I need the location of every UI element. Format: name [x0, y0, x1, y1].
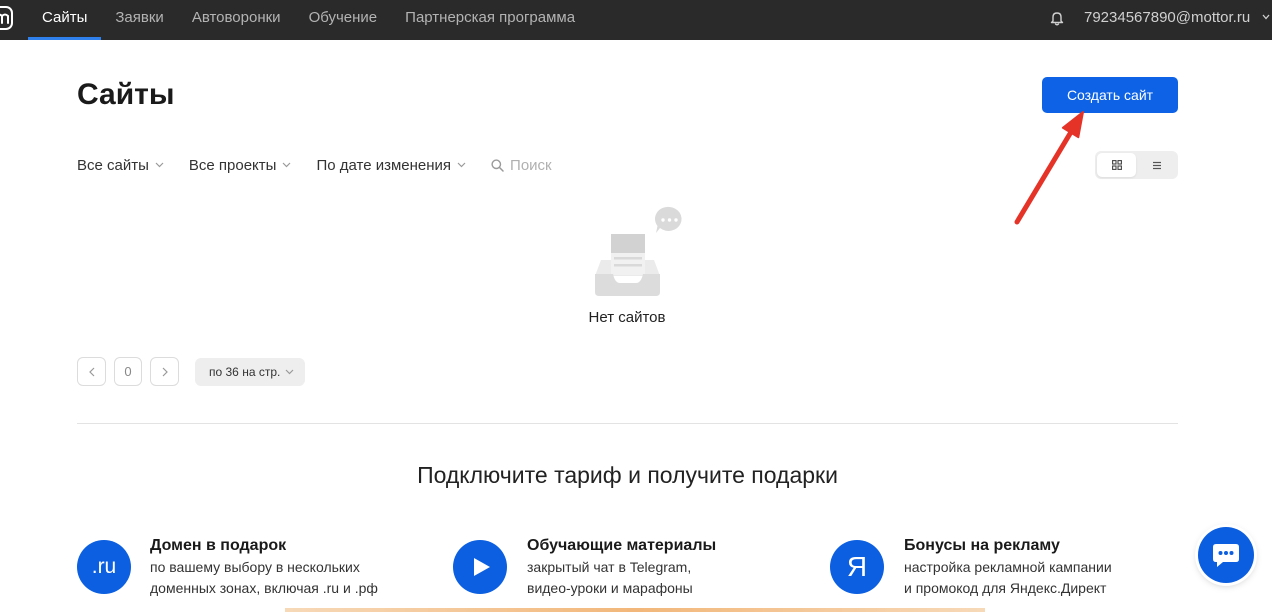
domain-badge-text: .ru: [91, 555, 117, 578]
tab-partner-program[interactable]: Партнерская программа: [391, 0, 589, 40]
feature-title-learning: Обучающие материалы: [527, 537, 717, 554]
top-nav-tabs: Сайты Заявки Автоворонки Обучение Партне…: [28, 0, 589, 40]
chevron-down-icon: [283, 162, 291, 168]
list-icon: [1152, 161, 1161, 169]
filter-sites-dropdown[interactable]: Все сайты: [77, 157, 164, 174]
tab-label: Автоворонки: [191, 9, 281, 26]
feature-desc-line: доменных зонах, включая .ru и .рф: [150, 580, 378, 596]
yandex-badge-text: Я: [846, 551, 868, 582]
chevron-down-icon[interactable]: [1262, 14, 1270, 20]
top-nav: Сайты Заявки Автоворонки Обучение Партне…: [0, 0, 1272, 40]
chevron-down-icon: [457, 162, 466, 168]
feature-title-ads: Бонусы на рекламу: [904, 537, 1060, 554]
feature-desc-line: видео-уроки и марафоны: [527, 580, 693, 596]
learning-badge: [453, 540, 507, 594]
sort-label: По дате изменения: [316, 156, 452, 174]
promo-heading: Подключите тариф и получите подарки: [417, 462, 838, 488]
feature-title-domain: Домен в подарок: [150, 537, 287, 554]
chat-bubble-icon: [1213, 544, 1239, 567]
domain-badge: .ru: [77, 540, 131, 594]
tab-sites[interactable]: Сайты: [28, 0, 102, 40]
search-icon: [491, 158, 504, 172]
tab-label: Партнерская программа: [405, 9, 576, 26]
feature-desc-domain: по вашему выбору в нескольких доменных з…: [150, 557, 378, 599]
section-divider: [77, 423, 1178, 424]
tab-label: Сайты: [42, 9, 88, 26]
sort-dropdown[interactable]: По дате изменения: [316, 157, 466, 174]
search-input[interactable]: [510, 156, 621, 174]
grid-view-button[interactable]: [1097, 153, 1136, 177]
feature-desc-line: настройка рекламной кампании: [904, 559, 1112, 575]
view-toggle: [1095, 151, 1178, 179]
tab-label: Заявки: [115, 9, 164, 26]
create-site-button[interactable]: Создать сайт: [1042, 77, 1178, 113]
chat-widget-button[interactable]: [1198, 527, 1254, 583]
play-icon: [474, 558, 490, 576]
page-title: Сайты: [77, 78, 175, 111]
feature-desc-line: закрытый чат в Telegram,: [527, 559, 692, 575]
feature-desc-line: по вашему выбору в нескольких: [150, 559, 360, 575]
tab-requests[interactable]: Заявки: [101, 0, 177, 40]
filters-bar: Все сайты Все проекты По дате изменения: [77, 155, 621, 175]
empty-inbox-icon: [595, 206, 682, 296]
tab-autofunnels[interactable]: Автоворонки: [178, 0, 295, 40]
feature-desc-line: и промокод для Яндекс.Директ: [904, 580, 1107, 596]
feature-desc-learning: закрытый чат в Telegram, видео-уроки и м…: [527, 557, 693, 599]
yandex-badge: Я: [830, 540, 884, 594]
bell-icon[interactable]: [1050, 10, 1064, 26]
bottom-banner-strip: [285, 608, 985, 612]
mottor-logo-icon[interactable]: [0, 4, 14, 32]
create-site-label: Создать сайт: [1066, 87, 1154, 103]
per-page-label: по 36 на стр.: [209, 365, 281, 379]
filter-sites-label: Все сайты: [77, 156, 149, 174]
filter-projects-label: Все проекты: [188, 156, 277, 174]
page-number-box[interactable]: 0: [114, 357, 142, 386]
chevron-down-icon: [155, 162, 164, 168]
list-view-button[interactable]: [1137, 153, 1176, 177]
tab-learning[interactable]: Обучение: [295, 0, 392, 40]
feature-desc-ads: настройка рекламной кампании и промокод …: [904, 557, 1112, 599]
per-page-select[interactable]: по 36 на стр.: [195, 358, 305, 386]
search-box[interactable]: [491, 156, 621, 174]
filter-projects-dropdown[interactable]: Все проекты: [189, 157, 292, 174]
prev-page-button[interactable]: [77, 357, 106, 386]
red-arrow-annotation: [1014, 111, 1084, 225]
chevron-down-icon: [285, 369, 294, 375]
account-email[interactable]: 79234567890@mottor.ru: [1084, 0, 1250, 35]
tab-label: Обучение: [308, 9, 378, 26]
chevron-left-icon: [88, 367, 94, 376]
grid-icon: [1111, 160, 1122, 170]
next-page-button[interactable]: [150, 357, 179, 386]
empty-state-text: Нет сайтов: [588, 309, 666, 326]
page-number: 0: [124, 364, 132, 379]
chevron-right-icon: [162, 367, 168, 376]
